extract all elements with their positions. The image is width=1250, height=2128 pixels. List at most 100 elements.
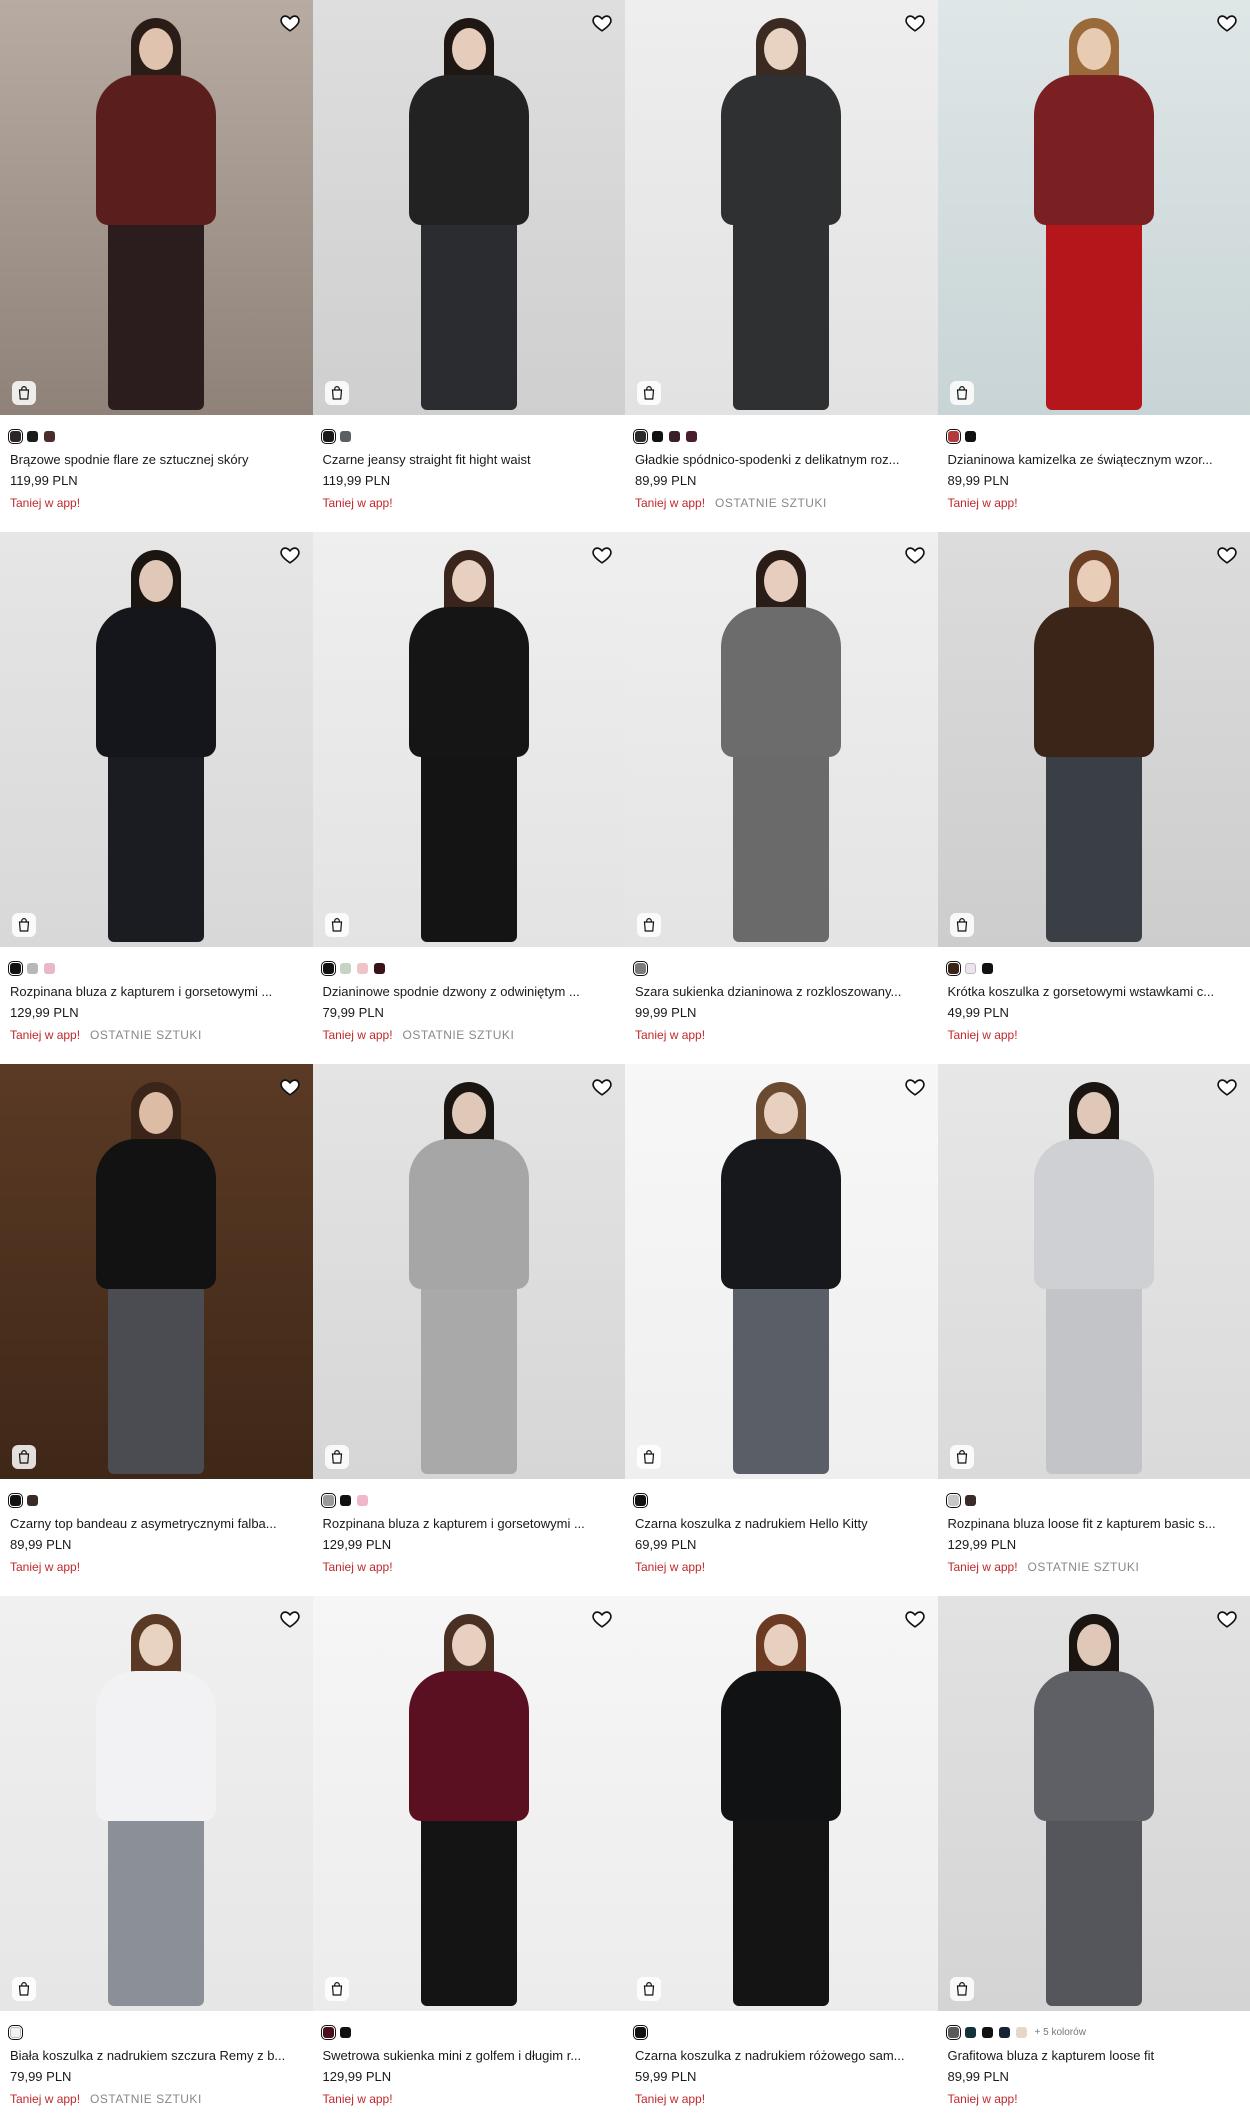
color-swatch[interactable] <box>998 2026 1010 2038</box>
color-swatch[interactable] <box>945 2024 961 2040</box>
bag-icon[interactable] <box>637 381 661 405</box>
bag-icon[interactable] <box>324 381 349 405</box>
product-image[interactable] <box>312 1064 625 1479</box>
color-swatch[interactable] <box>945 428 961 444</box>
color-swatch[interactable] <box>7 428 24 444</box>
color-swatch[interactable] <box>356 1494 368 1506</box>
bag-icon[interactable] <box>324 1977 349 2001</box>
heart-icon[interactable] <box>904 12 926 34</box>
bag-icon[interactable] <box>637 1977 661 2001</box>
color-swatch[interactable] <box>339 1494 351 1506</box>
product-image[interactable] <box>937 0 1250 415</box>
product-name[interactable]: Rozpinana bluza z kapturem i gorsetowymi… <box>10 984 303 999</box>
color-swatch[interactable] <box>981 2026 993 2038</box>
color-swatch[interactable] <box>320 428 336 444</box>
color-swatch[interactable] <box>27 962 38 974</box>
product-name[interactable]: Dzianinowe spodnie dzwony z odwiniętym .… <box>323 984 616 999</box>
bag-icon[interactable] <box>949 1445 974 1469</box>
color-swatch[interactable] <box>686 430 697 442</box>
product-card[interactable]: Czarna koszulka z nadrukiem różowego sam… <box>625 1596 938 2128</box>
color-swatch[interactable] <box>981 962 993 974</box>
color-swatch[interactable] <box>945 1492 961 1508</box>
heart-icon[interactable] <box>904 1608 926 1630</box>
color-swatch[interactable] <box>44 962 55 974</box>
color-swatch[interactable] <box>339 962 351 974</box>
color-swatch[interactable] <box>339 430 351 442</box>
heart-icon[interactable] <box>1216 544 1238 566</box>
product-name[interactable]: Rozpinana bluza z kapturem i gorsetowymi… <box>323 1516 616 1531</box>
color-swatch[interactable] <box>1015 2026 1027 2038</box>
product-name[interactable]: Swetrowa sukienka mini z golfem i długim… <box>323 2048 616 2063</box>
product-image[interactable] <box>312 532 625 947</box>
heart-icon[interactable] <box>591 12 613 34</box>
product-image[interactable] <box>625 532 938 947</box>
product-image[interactable] <box>0 1596 313 2011</box>
product-image[interactable] <box>937 1064 1250 1479</box>
product-name[interactable]: Czarna koszulka z nadrukiem Hello Kitty <box>635 1516 928 1531</box>
product-card[interactable]: Szara sukienka dzianinowa z rozkloszowan… <box>625 532 938 1064</box>
heart-icon[interactable] <box>1216 1608 1238 1630</box>
color-swatch[interactable] <box>632 960 649 976</box>
color-swatch[interactable] <box>7 960 24 976</box>
product-image[interactable] <box>0 0 313 415</box>
heart-icon[interactable] <box>1216 1076 1238 1098</box>
heart-icon[interactable] <box>904 544 926 566</box>
bag-icon[interactable] <box>324 1445 349 1469</box>
bag-icon[interactable] <box>637 913 661 937</box>
color-swatch[interactable] <box>632 2024 649 2040</box>
product-name[interactable]: Czarne jeansy straight fit hight waist <box>323 452 616 467</box>
color-swatch[interactable] <box>27 430 38 442</box>
color-swatch[interactable] <box>320 1492 336 1508</box>
color-swatch[interactable] <box>7 1492 24 1508</box>
product-image[interactable] <box>625 1596 938 2011</box>
product-image[interactable] <box>0 532 313 947</box>
color-swatch[interactable] <box>964 430 976 442</box>
heart-icon[interactable] <box>279 1076 301 1098</box>
product-image[interactable] <box>625 0 938 415</box>
product-card[interactable]: Biała koszulka z nadrukiem szczura Remy … <box>0 1596 313 2128</box>
bag-icon[interactable] <box>12 381 36 405</box>
product-name[interactable]: Szara sukienka dzianinowa z rozkloszowan… <box>635 984 928 999</box>
product-image[interactable] <box>937 532 1250 947</box>
bag-icon[interactable] <box>637 1445 661 1469</box>
color-swatch[interactable] <box>339 2026 351 2038</box>
heart-icon[interactable] <box>279 544 301 566</box>
color-swatch[interactable] <box>373 962 385 974</box>
product-name[interactable]: Krótka koszulka z gorsetowymi wstawkami … <box>948 984 1241 999</box>
heart-icon[interactable] <box>279 12 301 34</box>
bag-icon[interactable] <box>324 913 349 937</box>
bag-icon[interactable] <box>12 1445 36 1469</box>
bag-icon[interactable] <box>12 1977 36 2001</box>
product-image[interactable] <box>312 0 625 415</box>
product-card[interactable]: Czarne jeansy straight fit hight waist 11… <box>312 0 625 532</box>
heart-icon[interactable] <box>279 1608 301 1630</box>
color-swatch[interactable] <box>945 960 961 976</box>
color-swatch[interactable] <box>632 1492 649 1508</box>
product-card[interactable]: Gładkie spódnico-spodenki z delikatnym r… <box>625 0 938 532</box>
heart-icon[interactable] <box>591 1608 613 1630</box>
color-swatch[interactable] <box>44 430 55 442</box>
product-name[interactable]: Gładkie spódnico-spodenki z delikatnym r… <box>635 452 928 467</box>
bag-icon[interactable] <box>949 913 974 937</box>
product-card[interactable]: Swetrowa sukienka mini z golfem i długim… <box>312 1596 625 2128</box>
product-card[interactable]: Rozpinana bluza z kapturem i gorsetowymi… <box>312 1064 625 1596</box>
heart-icon[interactable] <box>1216 12 1238 34</box>
product-image[interactable] <box>0 1064 313 1479</box>
product-name[interactable]: Biała koszulka z nadrukiem szczura Remy … <box>10 2048 303 2063</box>
product-image[interactable] <box>312 1596 625 2011</box>
color-swatch[interactable] <box>964 1494 976 1506</box>
color-swatch[interactable] <box>320 2024 336 2040</box>
color-swatch[interactable] <box>964 2026 976 2038</box>
product-image[interactable] <box>937 1596 1250 2011</box>
product-card[interactable]: Dzianinowe spodnie dzwony z odwiniętym .… <box>312 532 625 1064</box>
color-swatch[interactable] <box>964 962 976 974</box>
product-name[interactable]: Brązowe spodnie flare ze sztucznej skóry <box>10 452 303 467</box>
product-card[interactable]: Rozpinana bluza loose fit z kapturem bas… <box>937 1064 1250 1596</box>
product-name[interactable]: Czarny top bandeau z asymetrycznymi falb… <box>10 1516 303 1531</box>
heart-icon[interactable] <box>591 1076 613 1098</box>
product-image[interactable] <box>625 1064 938 1479</box>
color-swatch[interactable] <box>652 430 663 442</box>
product-card[interactable]: Krótka koszulka z gorsetowymi wstawkami … <box>937 532 1250 1064</box>
bag-icon[interactable] <box>949 1977 974 2001</box>
product-card[interactable]: Czarna koszulka z nadrukiem Hello Kitty 6… <box>625 1064 938 1596</box>
